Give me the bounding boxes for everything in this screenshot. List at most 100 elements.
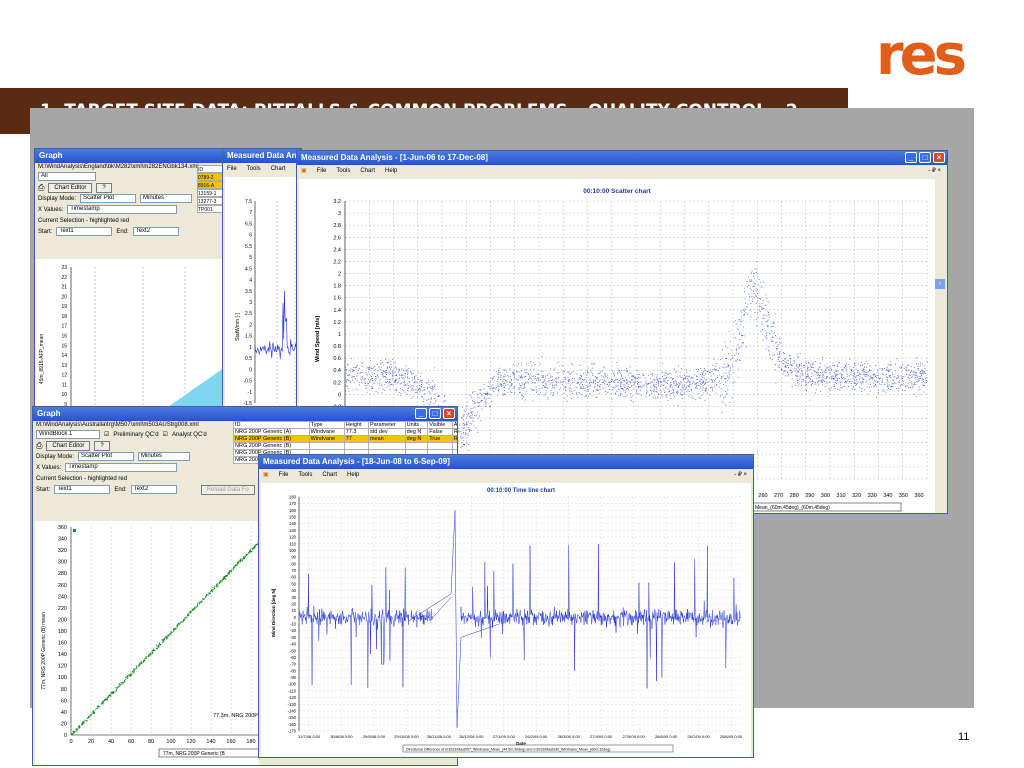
outlier-point	[73, 529, 76, 532]
menu-chart[interactable]: Chart	[360, 165, 375, 177]
minimize-button[interactable]: _	[905, 152, 917, 163]
xvalues-select[interactable]: Timestamp	[65, 463, 178, 472]
maximize-button[interactable]: □	[429, 408, 441, 419]
chart-editor-button[interactable]: Chart Editor	[46, 440, 91, 451]
y-tick-label: 17	[61, 324, 67, 330]
reload-data-button[interactable]: Reload Data Fo	[200, 484, 255, 495]
scroll-arrow-icon[interactable]: ›	[935, 279, 945, 289]
menu-file[interactable]: File	[279, 469, 289, 481]
chart-editor-button[interactable]: Chart Editor	[48, 182, 93, 193]
mda-timeline-menu: ▣ File Tools Chart Help - ₽ ×	[259, 469, 753, 481]
x-tick-label: 30/8/08 0:00	[330, 734, 353, 739]
y-tick-label: -40	[290, 642, 297, 647]
y-tick-label: 0.5	[245, 356, 252, 362]
start-input[interactable]: Text1	[54, 485, 111, 494]
x-tick-label: 360	[914, 493, 923, 499]
x-tick-label: 310	[836, 493, 845, 499]
filter-select[interactable]: WindBlock 1	[36, 430, 100, 439]
menu-chart[interactable]: Chart	[322, 469, 337, 481]
display-mode-select[interactable]: Scatter Plot	[80, 194, 137, 203]
menu-help[interactable]: Help	[385, 165, 397, 177]
mda-window-back[interactable]: Measured Data Analysis File Tools Chart …	[222, 148, 302, 410]
mda-back-plot: 7.576.565.554.543.532.521.510.50-0.5-1-1…	[225, 177, 299, 409]
graph-window-1-titlebar[interactable]: Graph	[35, 149, 229, 163]
y-tick-label: 160	[289, 508, 297, 513]
table-header[interactable]: Height	[343, 421, 369, 429]
graph2-scatter-plot: 3603403203002802602402202001801601401201…	[35, 521, 259, 765]
menu-tools[interactable]: Tools	[336, 165, 350, 177]
analyst-qc-checkbox[interactable]: ☑	[163, 431, 168, 438]
y-tick-label: -140	[288, 708, 297, 713]
mda-window-timeline[interactable]: Measured Data Analysis - [18-Jun-08 to 6…	[258, 454, 754, 758]
table-header[interactable]: Axis	[451, 421, 457, 429]
display-mode-label: Display Mode:	[36, 453, 75, 460]
y-tick-label: 20	[291, 601, 296, 606]
help-button[interactable]: ?	[96, 182, 112, 193]
menu-help[interactable]: Help	[347, 469, 359, 481]
chart-title: 00:10:00 Time line chart	[487, 488, 555, 494]
menu-file[interactable]: File	[227, 163, 237, 175]
y-tick-label: 1	[338, 332, 341, 338]
scatter-points	[71, 540, 259, 736]
table-cell: deg N	[404, 428, 429, 436]
y-tick-label: -70	[290, 662, 297, 667]
x-tick-label: 28/12/08 0:00	[459, 734, 484, 739]
mdi-controls[interactable]: - ₽ ×	[734, 469, 747, 481]
table-row[interactable]: NRG 200P Generic (A) Windvane 77.3 std dev d…	[233, 428, 457, 436]
table-header[interactable]: Parameter	[367, 421, 406, 429]
table-header[interactable]: Visible	[427, 421, 453, 429]
table-header[interactable]: ID	[233, 421, 310, 429]
close-button[interactable]: ×	[443, 408, 455, 419]
menu-tools[interactable]: Tools	[247, 163, 261, 175]
units-select[interactable]: Minutes	[140, 194, 193, 203]
mda-timeline-titlebar[interactable]: Measured Data Analysis - [18-Jun-08 to 6…	[259, 455, 753, 469]
table-header[interactable]: Type	[308, 421, 345, 429]
x-tick-label: 350	[899, 493, 908, 499]
close-button[interactable]: ×	[933, 152, 945, 163]
y-axis-label: 77m, NRG 200P Generic (B) mean	[41, 612, 47, 690]
end-input[interactable]: Text2	[130, 485, 177, 494]
selection-label: Current Selection - highlighted red	[36, 475, 128, 482]
maximize-button[interactable]: □	[919, 152, 931, 163]
help-button[interactable]: ?	[94, 440, 110, 451]
preliminary-qc-checkbox[interactable]: ☑	[104, 431, 109, 438]
y-tick-label: 1.4	[333, 308, 341, 314]
mdi-controls[interactable]: - ₽ ×	[928, 165, 941, 177]
selection-label: Current Selection - highlighted red	[38, 217, 130, 224]
table-header[interactable]: Units	[404, 421, 429, 429]
menu-chart[interactable]: Chart	[271, 163, 286, 175]
data-series	[298, 510, 741, 728]
x-tick-label: 31/7/08 0:00	[298, 734, 321, 739]
mda-back-titlebar[interactable]: Measured Data Analysis	[223, 149, 301, 163]
menu-file[interactable]: File	[317, 165, 327, 177]
minimize-button[interactable]: _	[415, 408, 427, 419]
y-tick-label: 0.2	[333, 380, 341, 386]
x-tick-label: 25/8/09 0:00	[720, 734, 743, 739]
y-tick-label: 220	[58, 606, 67, 612]
end-input[interactable]: Text2	[132, 227, 179, 236]
start-input[interactable]: Text1	[56, 227, 113, 236]
mda-scatter-titlebar[interactable]: Measured Data Analysis - [1-Jun-06 to 17…	[297, 151, 947, 165]
graph-window-1[interactable]: Graph M:\WindAnalysis\England\bk\M282\xm…	[34, 148, 230, 408]
window-title: Measured Data Analysis - [1-Jun-06 to 17…	[301, 153, 488, 162]
table-row[interactable]: NRG 200P Generic (B)	[233, 442, 457, 450]
print-icon[interactable]: ⎙	[36, 441, 42, 451]
table-cell: True	[427, 435, 453, 443]
xvalues-select[interactable]: Timestamp	[67, 205, 178, 214]
res-logo: res	[876, 23, 967, 88]
table-cell	[367, 442, 406, 450]
y-tick-label: 14	[61, 353, 67, 359]
display-mode-select[interactable]: Scatter Plot	[78, 452, 135, 461]
units-select[interactable]: Minutes	[138, 452, 191, 461]
table-row[interactable]: NRG 200P Generic (B) Windvane 77 mean deg NT…	[233, 435, 457, 443]
print-icon[interactable]: ⎙	[38, 183, 44, 193]
filter-select[interactable]: All	[38, 172, 96, 181]
graph-window-2-titlebar[interactable]: Graph _ □ ×	[33, 407, 457, 421]
y-tick-label: 60	[291, 575, 296, 580]
y-tick-label: 80	[291, 561, 296, 566]
y-tick-label: 3.2	[333, 199, 341, 205]
x-tick-label: 270	[774, 493, 783, 499]
y-tick-label: 300	[58, 560, 67, 566]
menu-tools[interactable]: Tools	[298, 469, 312, 481]
table-cell: NRG 200P Generic (A)	[233, 428, 310, 436]
